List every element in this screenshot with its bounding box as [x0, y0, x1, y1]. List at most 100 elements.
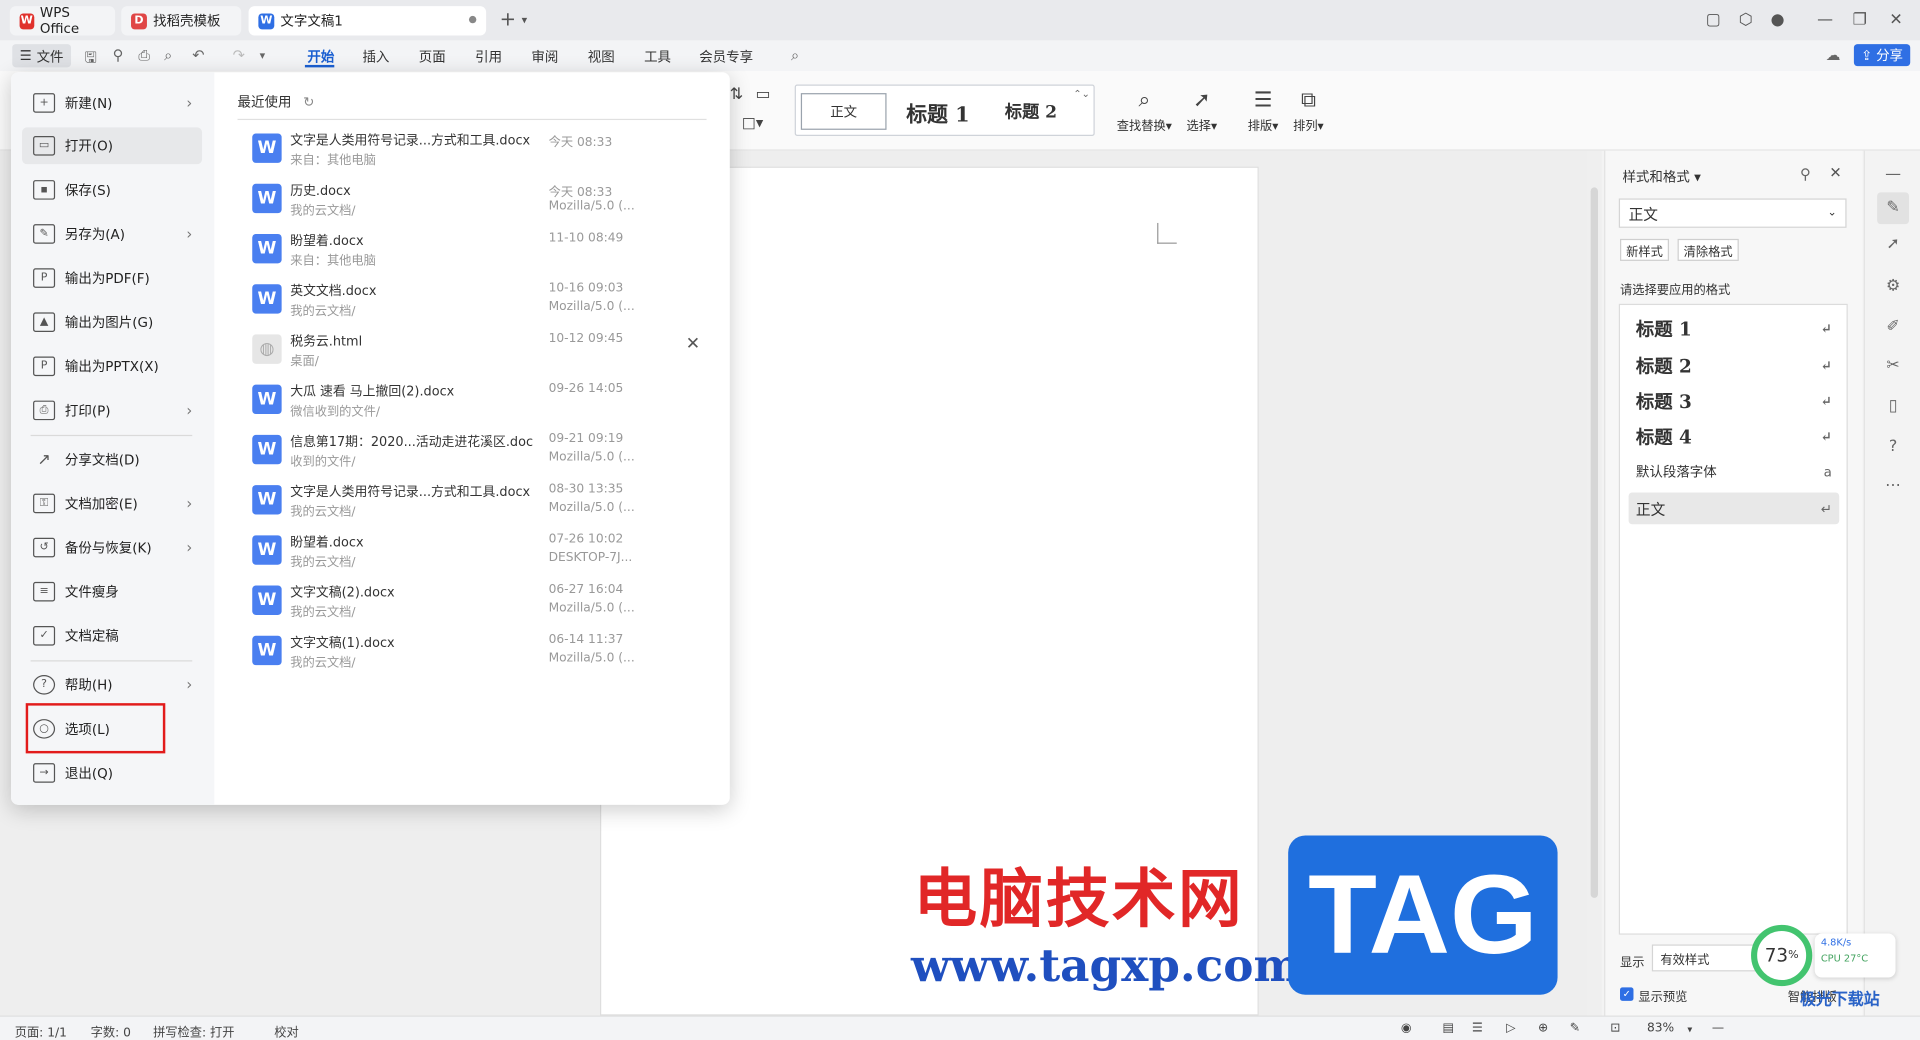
- page-count[interactable]: 页面: 1/1: [15, 1022, 67, 1040]
- search-icon[interactable]: ⌕: [791, 47, 799, 65]
- outline-view-icon[interactable]: ☰: [1472, 1022, 1483, 1035]
- style-item-heading-3[interactable]: 标题 3 ↵: [1629, 385, 1840, 417]
- book-icon[interactable]: ▯: [1882, 397, 1904, 419]
- recent-file-row[interactable]: W 盼望着.docx 来自：其他电脑 11-10 08:49: [238, 227, 716, 276]
- new-style-button[interactable]: 新样式: [1620, 238, 1669, 261]
- style-heading-2[interactable]: 标题 2: [992, 93, 1070, 130]
- find-replace-button[interactable]: ⌕ 查找替换▾: [1117, 88, 1172, 133]
- remove-icon[interactable]: ✕: [686, 334, 700, 354]
- proofread-button[interactable]: 校对: [274, 1022, 298, 1040]
- adjust-icon[interactable]: ⚙: [1882, 277, 1904, 299]
- print-icon[interactable]: ⎙: [138, 47, 150, 65]
- menu-save[interactable]: ▪ 保存(S): [22, 172, 202, 209]
- recent-file-row[interactable]: W 盼望着.docx 我的云文档/07-26 10:02 DESKTOP-7J...: [238, 528, 716, 577]
- menu-export-image[interactable]: ▲ 输出为图片(G): [22, 304, 202, 341]
- menu-tools[interactable]: 工具: [644, 47, 671, 67]
- chevron-down-icon[interactable]: ▾: [260, 50, 266, 62]
- menu-member[interactable]: 会员专享: [699, 47, 753, 67]
- recent-file-row[interactable]: W 大瓜 速看 马上撤回(2).docx 微信收到的文件/09-26 14:05: [238, 377, 716, 426]
- style-heading-1[interactable]: 标题 1: [896, 93, 979, 130]
- arrange-button[interactable]: ⧉ 排列▾: [1293, 88, 1324, 133]
- menu-open[interactable]: ▭ 打开(O): [22, 127, 203, 165]
- avatar[interactable]: ●: [1771, 11, 1785, 29]
- recent-file-row[interactable]: W 文字是人类用符号记录...方式和工具.docx 我的云文档/08-30 13:3…: [238, 478, 716, 527]
- select-button[interactable]: ➚ 选择▾: [1187, 88, 1218, 133]
- style-normal[interactable]: 正文: [800, 93, 887, 130]
- cloud-icon[interactable]: ⚲: [113, 47, 124, 64]
- menu-references[interactable]: 引用: [475, 47, 502, 67]
- menu-review[interactable]: 审阅: [531, 47, 558, 67]
- clear-format-button[interactable]: 清除格式: [1677, 238, 1739, 261]
- vertical-scrollbar[interactable]: [1586, 150, 1602, 1016]
- menu-save-as[interactable]: ✎ 另存为(A) ›: [22, 216, 202, 253]
- recent-file-row[interactable]: W 文字是人类用符号记录...方式和工具.docx 来自：其他电脑 今天 08:33: [238, 126, 716, 175]
- style-item-heading-1[interactable]: 标题 1 ↵: [1629, 312, 1840, 344]
- menu-share[interactable]: ↗ 分享文档(D): [22, 441, 202, 478]
- new-tab-icon[interactable]: +: [500, 7, 516, 30]
- collapse-icon[interactable]: —: [1882, 165, 1904, 187]
- minimize-icon[interactable]: —: [1817, 11, 1833, 29]
- performance-gauge[interactable]: 73%: [1751, 924, 1813, 987]
- sort-icon[interactable]: ⇅: [730, 86, 743, 113]
- undo-icon[interactable]: ↶: [192, 47, 204, 64]
- word-count[interactable]: 字数: 0: [91, 1022, 131, 1040]
- current-style-select[interactable]: 正文 ⌄: [1618, 198, 1847, 228]
- menu-insert[interactable]: 插入: [362, 47, 389, 67]
- close-icon[interactable]: ✕: [1889, 11, 1902, 29]
- recent-file-row[interactable]: W 信息第17期：2020...活动走进花溪区.doc 收到的文件/09-21 09…: [238, 428, 716, 477]
- page-view-icon[interactable]: ▤: [1442, 1022, 1454, 1035]
- menu-home[interactable]: 开始: [307, 47, 334, 67]
- more-icon[interactable]: ⋯: [1882, 477, 1904, 499]
- cloud-sync-icon[interactable]: ☁: [1826, 47, 1841, 64]
- styles-panel-title[interactable]: 样式和格式 ▾: [1622, 167, 1700, 187]
- help-icon[interactable]: ?: [1882, 437, 1904, 459]
- print-preview-icon[interactable]: ⌕: [164, 47, 172, 65]
- play-icon[interactable]: ▷: [1506, 1022, 1515, 1035]
- menu-exit[interactable]: → 退出(Q): [22, 755, 202, 792]
- layout-icon[interactable]: ▢: [1706, 11, 1721, 29]
- scrollbar-thumb[interactable]: [1590, 187, 1598, 898]
- menu-help[interactable]: ? 帮助(H) ›: [22, 666, 202, 703]
- recent-file-row[interactable]: W 英文文档.docx 我的云文档/10-16 09:03 Mozilla/5.0 (…: [238, 277, 716, 326]
- preview-checkbox[interactable]: ✓: [1620, 987, 1634, 1001]
- close-icon[interactable]: ✕: [1829, 164, 1841, 181]
- ruler-icon[interactable]: ▭: [756, 86, 771, 113]
- edit-image-icon[interactable]: ✐: [1882, 317, 1904, 339]
- menu-encrypt[interactable]: ⚿ 文档加密(E) ›: [22, 485, 202, 522]
- pen-icon[interactable]: ✎: [1570, 1022, 1580, 1035]
- spell-check-toggle[interactable]: 拼写检查: 打开: [153, 1022, 235, 1040]
- menu-export-pptx[interactable]: P 输出为PPTX(X): [22, 348, 202, 385]
- save-icon[interactable]: 🖫: [84, 47, 97, 73]
- refresh-icon[interactable]: ↻: [303, 94, 314, 110]
- menu-export-pdf[interactable]: P 输出为PDF(F): [22, 260, 202, 297]
- typeset-button[interactable]: ☰ 排版▾: [1248, 88, 1279, 133]
- style-item-heading-2[interactable]: 标题 2 ↵: [1629, 349, 1840, 381]
- style-item-default-font[interactable]: 默认段落字体 a: [1629, 456, 1840, 488]
- recent-file-row[interactable]: W 文字文稿(1).docx 我的云文档/06-14 11:37 Mozilla/5.…: [238, 628, 716, 677]
- zoom-level[interactable]: 83%: [1647, 1022, 1674, 1035]
- menu-page[interactable]: 页面: [419, 47, 446, 67]
- recent-file-row[interactable]: ◍ 税务云.html 桌面/10-12 09:45 ✕: [238, 327, 716, 376]
- border-icon[interactable]: □▾: [742, 114, 763, 141]
- fit-icon[interactable]: ⊡: [1610, 1022, 1620, 1035]
- recent-file-row[interactable]: W 历史.docx 我的云文档/今天 08:33 Mozilla/5.0 (...: [238, 176, 716, 225]
- menu-slim[interactable]: ≡ 文件瘦身: [22, 573, 202, 610]
- select-cursor-icon[interactable]: ➚: [1882, 235, 1904, 257]
- menu-new[interactable]: + 新建(N) ›: [22, 85, 202, 122]
- restore-icon[interactable]: ❐: [1853, 11, 1867, 29]
- share-button[interactable]: ⇪ 分享: [1853, 44, 1911, 67]
- file-menu-button[interactable]: ☰ 文件: [12, 44, 71, 68]
- tab-wps-office[interactable]: W WPS Office: [9, 5, 116, 37]
- unsaved-dot-icon[interactable]: [468, 15, 477, 24]
- style-item-normal[interactable]: 正文 ↵: [1628, 492, 1840, 525]
- menu-backup[interactable]: ↺ 备份与恢复(K) ›: [22, 529, 202, 566]
- redo-icon[interactable]: ↷: [233, 47, 245, 64]
- chevron-down-icon[interactable]: ▾: [522, 15, 528, 27]
- tools-icon[interactable]: ✂: [1882, 356, 1904, 378]
- cube-icon[interactable]: ⬡: [1739, 11, 1753, 29]
- chevron-down-icon[interactable]: ▾: [1687, 1024, 1692, 1035]
- web-view-icon[interactable]: ⊕: [1538, 1022, 1548, 1035]
- style-pen-icon[interactable]: ✎: [1877, 192, 1909, 225]
- recent-file-row[interactable]: W 文字文稿(2).docx 我的云文档/06-27 16:04 Mozilla/5.…: [238, 578, 716, 627]
- menu-print[interactable]: ⎙ 打印(P) ›: [22, 392, 202, 429]
